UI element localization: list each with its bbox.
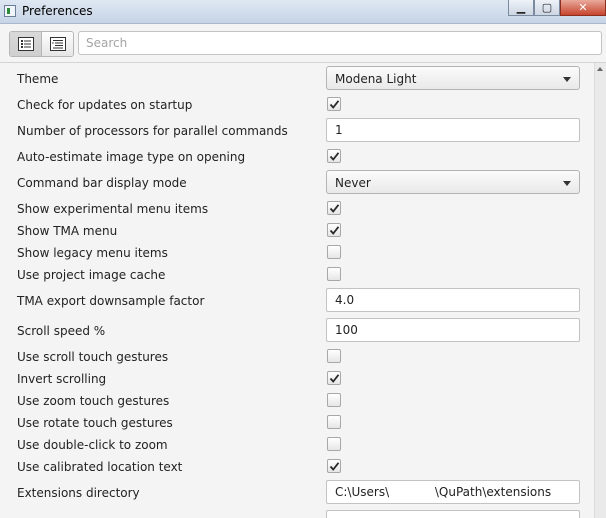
theme-combo[interactable]: Modena Light <box>326 66 580 90</box>
maximize-icon: ▢ <box>541 1 553 14</box>
chevron-down-icon <box>563 77 571 82</box>
list-view-button[interactable] <box>10 32 41 56</box>
num-processors-field[interactable]: 1 <box>326 118 580 142</box>
minimize-icon: ▁ <box>516 1 526 14</box>
preferences-property-sheet: Theme Modena Light Check for updates on … <box>0 63 594 518</box>
close-button[interactable]: ✕ <box>560 0 606 16</box>
calibrated-location-checkbox[interactable] <box>327 459 341 473</box>
rotate-touch-checkbox[interactable] <box>327 415 341 429</box>
search-input[interactable] <box>78 31 602 55</box>
tma-menu-checkbox[interactable] <box>327 223 341 237</box>
pref-label: Extensions directory <box>17 486 140 500</box>
checkmark-icon <box>329 374 340 383</box>
extensions-dir-field[interactable]: C:\Users\ \QuPath\extensions <box>326 480 580 504</box>
window-controls: ▁ ▢ ✕ <box>508 0 606 18</box>
pref-row-scroll-speed: Scroll speed % 100 <box>0 317 594 343</box>
pref-label: Use project image cache <box>17 268 166 282</box>
pref-row-scroll-touch: Use scroll touch gestures <box>0 345 594 367</box>
scroll-up-icon[interactable] <box>597 67 603 71</box>
combo-value: Never <box>335 176 371 190</box>
command-bar-mode-combo[interactable]: Never <box>326 170 580 194</box>
invert-scrolling-checkbox[interactable] <box>327 371 341 385</box>
pref-label: Number of processors for parallel comman… <box>17 124 288 138</box>
pref-row-invert-scrolling: Invert scrolling <box>0 367 594 389</box>
pref-row-calibrated-location: Use calibrated location text <box>0 455 594 477</box>
maximize-button[interactable]: ▢ <box>534 0 560 16</box>
check-updates-checkbox[interactable] <box>327 97 341 111</box>
checkmark-icon <box>329 462 340 471</box>
title-bar: Preferences ▁ ▢ ✕ <box>0 0 606 24</box>
pref-row-tma-menu: Show TMA menu <box>0 219 594 241</box>
checkmark-icon <box>329 226 340 235</box>
checkmark-icon <box>329 100 340 109</box>
checkmark-icon <box>329 152 340 161</box>
pref-row-experimental-menu: Show experimental menu items <box>0 197 594 219</box>
chevron-down-icon <box>563 181 571 186</box>
vertical-scrollbar[interactable] <box>594 63 606 518</box>
pref-row-theme: Theme Modena Light <box>0 65 594 91</box>
window-title: Preferences <box>22 4 93 18</box>
pref-row-double-click-zoom: Use double-click to zoom <box>0 433 594 455</box>
list-view-icon <box>17 37 34 51</box>
pref-row-extensions-dir: Extensions directory C:\Users\ \QuPath\e… <box>0 479 594 505</box>
double-click-zoom-checkbox[interactable] <box>327 437 341 451</box>
pref-label: Command bar display mode <box>17 176 187 190</box>
pref-label: Auto-estimate image type on opening <box>17 150 246 164</box>
auto-estimate-checkbox[interactable] <box>327 149 341 163</box>
pref-row-command-bar-mode: Command bar display mode Never <box>0 169 594 195</box>
checkmark-icon <box>329 204 340 213</box>
tree-view-button[interactable] <box>41 32 73 56</box>
pref-label: Use calibrated location text <box>17 460 183 474</box>
view-mode-toggle <box>9 31 74 57</box>
pref-label: Theme <box>17 72 59 86</box>
pref-label: Use zoom touch gestures <box>17 394 170 408</box>
pref-label: Use rotate touch gestures <box>17 416 173 430</box>
app-window-icon <box>4 5 16 17</box>
tma-downsample-field[interactable]: 4.0 <box>326 288 580 312</box>
pref-row-project-cache: Use project image cache <box>0 263 594 285</box>
pref-label: Show TMA menu <box>17 224 118 238</box>
pref-label: Show experimental menu items <box>17 202 209 216</box>
pref-row-rotate-touch: Use rotate touch gestures <box>0 411 594 433</box>
combo-value: Modena Light <box>335 72 417 86</box>
pref-row-next-partial <box>0 509 594 518</box>
experimental-menu-checkbox[interactable] <box>327 201 341 215</box>
pref-row-check-updates: Check for updates on startup <box>0 93 594 115</box>
pref-label: Show legacy menu items <box>17 246 168 260</box>
pref-label: TMA export downsample factor <box>17 294 205 308</box>
pref-label: Use scroll touch gestures <box>17 350 169 364</box>
tree-view-icon <box>49 37 66 51</box>
pref-row-auto-estimate: Auto-estimate image type on opening <box>0 145 594 167</box>
close-icon: ✕ <box>578 1 588 14</box>
project-cache-checkbox[interactable] <box>327 267 341 281</box>
scroll-speed-field[interactable]: 100 <box>326 318 580 342</box>
pref-label: Use double-click to zoom <box>17 438 168 452</box>
minimize-button[interactable]: ▁ <box>508 0 534 16</box>
pref-row-num-processors: Number of processors for parallel comman… <box>0 117 594 143</box>
scroll-touch-checkbox[interactable] <box>327 349 341 363</box>
legacy-menu-checkbox[interactable] <box>327 245 341 259</box>
pref-row-zoom-touch: Use zoom touch gestures <box>0 389 594 411</box>
pref-row-legacy-menu: Show legacy menu items <box>0 241 594 263</box>
toolbar <box>0 24 606 62</box>
next-pref-field[interactable] <box>326 510 580 518</box>
pref-label: Invert scrolling <box>17 372 107 386</box>
pref-label: Scroll speed % <box>17 324 106 338</box>
pref-label: Check for updates on startup <box>17 98 193 112</box>
pref-row-tma-downsample: TMA export downsample factor 4.0 <box>0 287 594 313</box>
zoom-touch-checkbox[interactable] <box>327 393 341 407</box>
